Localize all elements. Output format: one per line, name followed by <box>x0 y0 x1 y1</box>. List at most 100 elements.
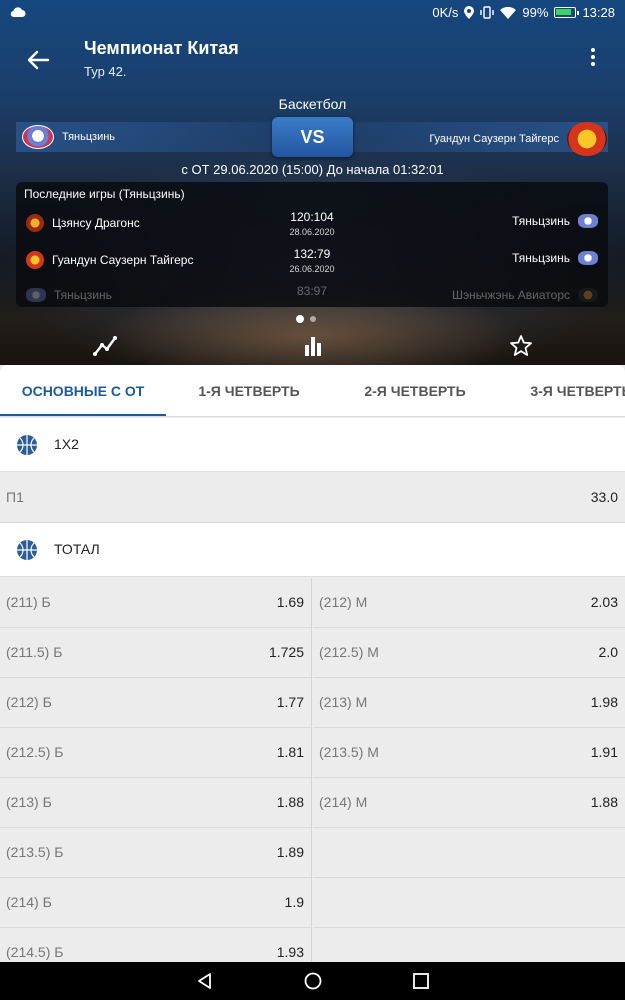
last-game-row[interactable]: Гуандун Саузерн Тайгерс 132:79 26.06.202… <box>16 243 608 279</box>
tab-quarter-3[interactable]: 3-Я ЧЕТВЕРТЬ <box>498 365 625 416</box>
odds-cell-empty <box>313 878 625 928</box>
odds-row[interactable]: П1 33.0 <box>0 472 625 523</box>
vs-badge: VS <box>272 117 353 157</box>
total-row: (213.5) Б 1.89 <box>0 828 625 878</box>
cloud-icon <box>10 7 26 18</box>
team-logo <box>578 251 598 265</box>
last-game-row[interactable]: Тяньцзинь 83:97 Шэньчжэнь Авиаторс <box>16 280 608 307</box>
battery-percent: 99% <box>522 5 549 20</box>
odds-cell-over[interactable]: (212) Б 1.77 <box>0 678 312 728</box>
system-nav-bar <box>0 962 625 1000</box>
home-team-logo <box>22 125 54 149</box>
match-header: 0K/s 99% 13:28 Чемпионат Китая Тур 42. Б… <box>0 0 625 365</box>
last-games-title: Последние игры (Тяньцзинь) <box>24 187 185 201</box>
nav-recents-icon[interactable] <box>411 971 431 991</box>
odds-cell-under[interactable]: (214) М 1.88 <box>313 778 625 828</box>
odds-cell-over[interactable]: (213.5) Б 1.89 <box>0 828 312 878</box>
odds-label: (212) М <box>319 594 368 610</box>
last-game-row[interactable]: Цзянсу Драгонс 120:104 28.06.2020 Тяньцз… <box>16 206 608 242</box>
last-game-away: Тяньцзинь <box>512 214 570 228</box>
market-header-1x2[interactable]: 1X2 <box>0 418 625 472</box>
team-logo <box>26 214 44 232</box>
odds-label: (212.5) М <box>319 644 379 660</box>
net-speed: 0K/s <box>432 5 459 20</box>
location-icon <box>464 6 475 19</box>
market-title: 1X2 <box>54 436 79 452</box>
odds-value: 1.725 <box>268 644 304 660</box>
carousel-pager <box>296 315 316 323</box>
tab-main-ot[interactable]: ОСНОВНЫЕ С ОТ <box>0 365 166 416</box>
last-game-date: 28.06.2020 <box>289 227 335 237</box>
star-icon[interactable] <box>508 333 534 359</box>
odds-cell-under[interactable]: (212.5) М 2.0 <box>313 628 625 678</box>
odds-label: (214) Б <box>6 894 52 910</box>
odds-label: (211.5) Б <box>6 644 63 660</box>
battery-icon <box>554 7 580 18</box>
market-tabs: ОСНОВНЫЕ С ОТ 1-Я ЧЕТВЕРТЬ 2-Я ЧЕТВЕРТЬ … <box>0 365 625 417</box>
clock: 13:28 <box>582 5 615 20</box>
nav-back-icon[interactable] <box>195 971 215 991</box>
basketball-icon <box>17 435 37 455</box>
team-logo <box>26 288 46 302</box>
odds-cell-over[interactable]: (212.5) Б 1.81 <box>0 728 312 778</box>
home-team-name: Тяньцзинь <box>62 131 116 143</box>
nav-home-icon[interactable] <box>303 971 323 991</box>
team-logo <box>578 288 598 302</box>
odds-value: 1.88 <box>276 794 304 810</box>
team-logo <box>578 214 598 228</box>
sport-label: Баскетбол <box>278 96 347 112</box>
more-vert-icon[interactable] <box>583 46 603 70</box>
odds-label: (212) Б <box>6 694 52 710</box>
line-chart-icon[interactable] <box>92 333 118 359</box>
odds-value: 1.81 <box>276 744 304 760</box>
odds-value: 1.93 <box>276 944 304 960</box>
odds-label: (214) М <box>319 794 368 810</box>
team-logo <box>26 251 44 269</box>
wifi-icon <box>500 6 517 19</box>
away-team-name: Гуандун Саузерн Тайгерс <box>429 133 559 145</box>
back-arrow-icon[interactable] <box>22 44 54 76</box>
odds-cell-over[interactable]: (214) Б 1.9 <box>0 878 312 928</box>
odds-value: 1.89 <box>276 844 304 860</box>
tab-quarter-1[interactable]: 1-Я ЧЕТВЕРТЬ <box>166 365 332 416</box>
last-game-away: Тяньцзинь <box>512 251 570 265</box>
last-games-card[interactable]: Последние игры (Тяньцзинь) Цзянсу Драгон… <box>16 182 608 307</box>
odds-cell-over[interactable]: (211) Б 1.69 <box>0 578 312 628</box>
market-title: ТОТАЛ <box>54 541 100 557</box>
odds-value: 2.03 <box>590 594 618 610</box>
odds-cell-under[interactable]: (212) М 2.03 <box>313 578 625 628</box>
odds-cell-over[interactable]: (211.5) Б 1.725 <box>0 628 312 678</box>
pager-dot-active <box>296 315 304 323</box>
odds-label: (214.5) Б <box>6 944 64 960</box>
odds-value: 1.91 <box>590 744 618 760</box>
match-datetime: с ОТ 29.06.2020 (15:00) До начала 01:32:… <box>181 162 444 177</box>
last-game-away: Шэньчжэнь Авиаторс <box>451 288 570 302</box>
away-team-logo <box>567 122 607 156</box>
status-bar: 0K/s 99% 13:28 <box>0 0 625 26</box>
home-team[interactable]: Тяньцзинь <box>22 125 115 149</box>
odds-cell-over[interactable]: (213) Б 1.88 <box>0 778 312 828</box>
odds-value: 1.69 <box>276 594 304 610</box>
page-subtitle: Тур 42. <box>84 64 127 79</box>
odds-cell-under[interactable]: (213.5) М 1.91 <box>313 728 625 778</box>
vibrate-icon <box>480 6 495 19</box>
odds-value: 2.0 <box>598 644 618 660</box>
market-header-total[interactable]: ТОТАЛ <box>0 523 625 577</box>
away-team[interactable]: Гуандун Саузерн Тайгерс <box>429 122 607 156</box>
last-game-home: Тяньцзинь <box>54 288 112 302</box>
odds-label: (213) Б <box>6 794 52 810</box>
bar-chart-icon[interactable] <box>300 333 326 359</box>
odds-label: П1 <box>6 489 24 505</box>
page-title: Чемпионат Китая <box>84 38 239 58</box>
last-game-home: Гуандун Саузерн Тайгерс <box>52 253 194 267</box>
odds-label: (213) М <box>319 694 368 710</box>
odds-value: 33.0 <box>590 489 618 505</box>
last-game-date: 26.06.2020 <box>289 264 335 274</box>
odds-cell-empty <box>313 828 625 878</box>
last-game-score: 132:79 <box>293 247 331 261</box>
tab-quarter-2[interactable]: 2-Я ЧЕТВЕРТЬ <box>332 365 498 416</box>
total-row: (212) Б 1.77 (213) М 1.98 <box>0 678 625 728</box>
odds-cell-under[interactable]: (213) М 1.98 <box>313 678 625 728</box>
total-row: (214) Б 1.9 <box>0 878 625 928</box>
odds-label: (211) Б <box>6 594 51 610</box>
